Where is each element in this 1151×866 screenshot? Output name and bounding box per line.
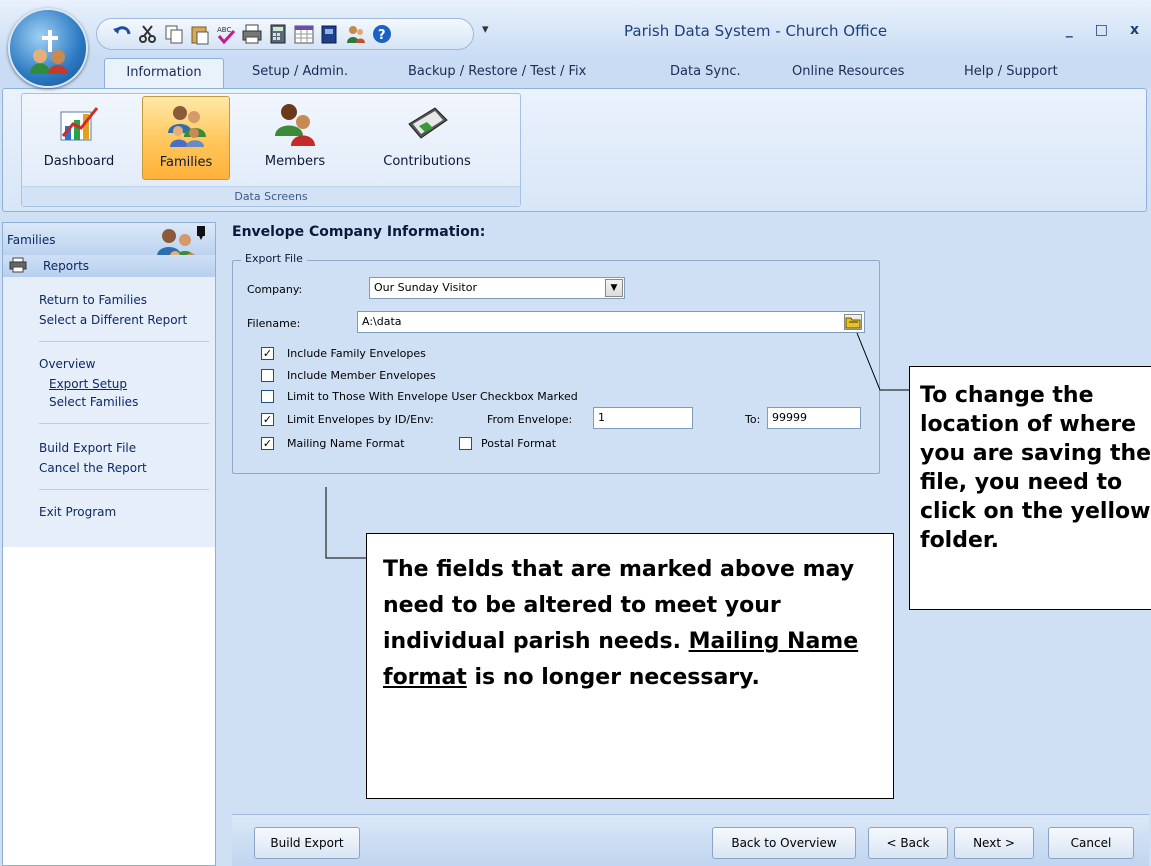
- folder-callout: To change the location of where you are …: [909, 366, 1151, 610]
- folder-callout-text: To change the location of where you are …: [920, 383, 1151, 553]
- application-menu-button[interactable]: [8, 8, 88, 88]
- bottom-button-bar: Build Export Back to Overview < Back Nex…: [232, 814, 1149, 866]
- next-button[interactable]: Next >: [954, 827, 1034, 859]
- church-logo-icon: [30, 30, 68, 74]
- fields-callout: The fields that are marked above may nee…: [366, 533, 894, 799]
- cancel-button[interactable]: Cancel: [1048, 827, 1134, 859]
- fields-callout-text-2: is no longer necessary.: [474, 665, 760, 690]
- build-export-button[interactable]: Build Export: [254, 827, 360, 859]
- back-button[interactable]: < Back: [868, 827, 948, 859]
- back-to-overview-button[interactable]: Back to Overview: [712, 827, 856, 859]
